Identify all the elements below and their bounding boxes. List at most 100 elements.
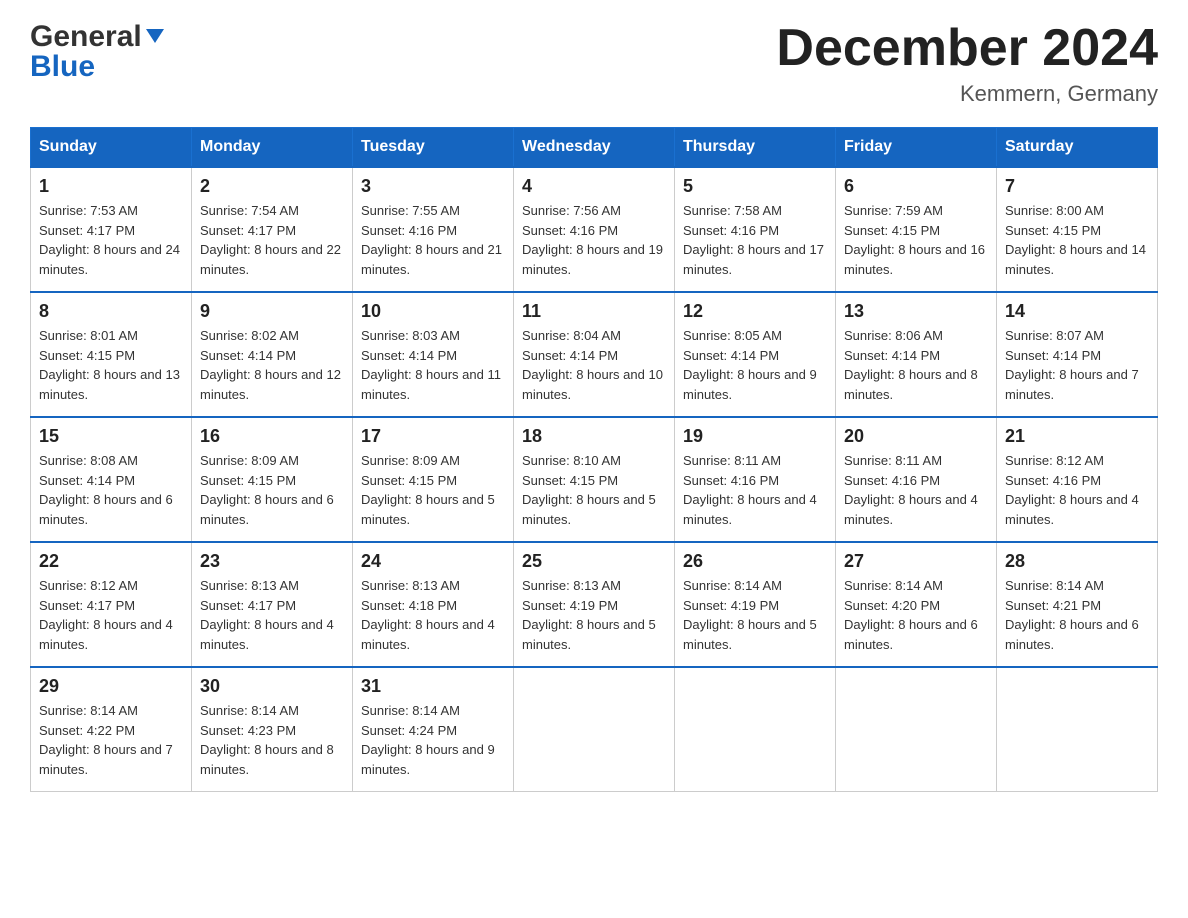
table-row: 6 Sunrise: 7:59 AM Sunset: 4:15 PM Dayli… [836, 167, 997, 292]
table-row: 2 Sunrise: 7:54 AM Sunset: 4:17 PM Dayli… [192, 167, 353, 292]
day-number: 4 [522, 176, 666, 197]
day-number: 21 [1005, 426, 1149, 447]
table-row: 28 Sunrise: 8:14 AM Sunset: 4:21 PM Dayl… [997, 542, 1158, 667]
calendar-week-row: 8 Sunrise: 8:01 AM Sunset: 4:15 PM Dayli… [31, 292, 1158, 417]
day-number: 25 [522, 551, 666, 572]
day-number: 5 [683, 176, 827, 197]
calendar-table: Sunday Monday Tuesday Wednesday Thursday… [30, 127, 1158, 792]
logo-arrow-icon [146, 29, 164, 43]
day-number: 26 [683, 551, 827, 572]
day-info: Sunrise: 8:14 AM Sunset: 4:24 PM Dayligh… [361, 701, 505, 779]
day-info: Sunrise: 8:07 AM Sunset: 4:14 PM Dayligh… [1005, 326, 1149, 404]
table-row: 4 Sunrise: 7:56 AM Sunset: 4:16 PM Dayli… [514, 167, 675, 292]
day-number: 14 [1005, 301, 1149, 322]
day-number: 29 [39, 676, 183, 697]
table-row: 8 Sunrise: 8:01 AM Sunset: 4:15 PM Dayli… [31, 292, 192, 417]
table-row: 27 Sunrise: 8:14 AM Sunset: 4:20 PM Dayl… [836, 542, 997, 667]
day-number: 30 [200, 676, 344, 697]
day-number: 24 [361, 551, 505, 572]
day-info: Sunrise: 8:03 AM Sunset: 4:14 PM Dayligh… [361, 326, 505, 404]
day-info: Sunrise: 8:04 AM Sunset: 4:14 PM Dayligh… [522, 326, 666, 404]
day-info: Sunrise: 7:53 AM Sunset: 4:17 PM Dayligh… [39, 201, 183, 279]
day-number: 19 [683, 426, 827, 447]
page-header: General Blue December 2024 Kemmern, Germ… [30, 20, 1158, 107]
day-info: Sunrise: 8:12 AM Sunset: 4:17 PM Dayligh… [39, 576, 183, 654]
logo-general-text: General [30, 20, 142, 54]
day-info: Sunrise: 8:14 AM Sunset: 4:20 PM Dayligh… [844, 576, 988, 654]
table-row: 31 Sunrise: 8:14 AM Sunset: 4:24 PM Dayl… [353, 667, 514, 792]
day-info: Sunrise: 8:12 AM Sunset: 4:16 PM Dayligh… [1005, 451, 1149, 529]
day-info: Sunrise: 8:13 AM Sunset: 4:17 PM Dayligh… [200, 576, 344, 654]
table-row: 30 Sunrise: 8:14 AM Sunset: 4:23 PM Dayl… [192, 667, 353, 792]
day-info: Sunrise: 7:55 AM Sunset: 4:16 PM Dayligh… [361, 201, 505, 279]
table-row: 1 Sunrise: 7:53 AM Sunset: 4:17 PM Dayli… [31, 167, 192, 292]
logo-blue-text: Blue [30, 50, 95, 84]
day-number: 18 [522, 426, 666, 447]
day-number: 23 [200, 551, 344, 572]
day-info: Sunrise: 8:01 AM Sunset: 4:15 PM Dayligh… [39, 326, 183, 404]
day-number: 22 [39, 551, 183, 572]
day-number: 28 [1005, 551, 1149, 572]
day-info: Sunrise: 8:11 AM Sunset: 4:16 PM Dayligh… [844, 451, 988, 529]
day-info: Sunrise: 8:11 AM Sunset: 4:16 PM Dayligh… [683, 451, 827, 529]
header-tuesday: Tuesday [353, 128, 514, 168]
title-section: December 2024 Kemmern, Germany [776, 20, 1158, 107]
table-row: 19 Sunrise: 8:11 AM Sunset: 4:16 PM Dayl… [675, 417, 836, 542]
table-row: 26 Sunrise: 8:14 AM Sunset: 4:19 PM Dayl… [675, 542, 836, 667]
logo-line1: General [30, 20, 164, 54]
day-info: Sunrise: 8:06 AM Sunset: 4:14 PM Dayligh… [844, 326, 988, 404]
day-info: Sunrise: 7:54 AM Sunset: 4:17 PM Dayligh… [200, 201, 344, 279]
day-number: 16 [200, 426, 344, 447]
table-row: 10 Sunrise: 8:03 AM Sunset: 4:14 PM Dayl… [353, 292, 514, 417]
table-row [836, 667, 997, 792]
location-subtitle: Kemmern, Germany [776, 81, 1158, 107]
table-row [514, 667, 675, 792]
header-monday: Monday [192, 128, 353, 168]
day-number: 11 [522, 301, 666, 322]
table-row: 11 Sunrise: 8:04 AM Sunset: 4:14 PM Dayl… [514, 292, 675, 417]
day-info: Sunrise: 8:13 AM Sunset: 4:19 PM Dayligh… [522, 576, 666, 654]
table-row: 16 Sunrise: 8:09 AM Sunset: 4:15 PM Dayl… [192, 417, 353, 542]
header-friday: Friday [836, 128, 997, 168]
day-info: Sunrise: 8:14 AM Sunset: 4:22 PM Dayligh… [39, 701, 183, 779]
table-row [997, 667, 1158, 792]
day-info: Sunrise: 8:08 AM Sunset: 4:14 PM Dayligh… [39, 451, 183, 529]
day-number: 31 [361, 676, 505, 697]
table-row: 15 Sunrise: 8:08 AM Sunset: 4:14 PM Dayl… [31, 417, 192, 542]
table-row: 5 Sunrise: 7:58 AM Sunset: 4:16 PM Dayli… [675, 167, 836, 292]
day-info: Sunrise: 8:02 AM Sunset: 4:14 PM Dayligh… [200, 326, 344, 404]
day-info: Sunrise: 8:14 AM Sunset: 4:21 PM Dayligh… [1005, 576, 1149, 654]
header-wednesday: Wednesday [514, 128, 675, 168]
table-row: 21 Sunrise: 8:12 AM Sunset: 4:16 PM Dayl… [997, 417, 1158, 542]
table-row: 3 Sunrise: 7:55 AM Sunset: 4:16 PM Dayli… [353, 167, 514, 292]
day-info: Sunrise: 8:14 AM Sunset: 4:19 PM Dayligh… [683, 576, 827, 654]
day-number: 2 [200, 176, 344, 197]
day-info: Sunrise: 7:58 AM Sunset: 4:16 PM Dayligh… [683, 201, 827, 279]
day-number: 17 [361, 426, 505, 447]
day-info: Sunrise: 8:09 AM Sunset: 4:15 PM Dayligh… [200, 451, 344, 529]
header-sunday: Sunday [31, 128, 192, 168]
day-number: 27 [844, 551, 988, 572]
calendar-week-row: 29 Sunrise: 8:14 AM Sunset: 4:22 PM Dayl… [31, 667, 1158, 792]
day-info: Sunrise: 7:59 AM Sunset: 4:15 PM Dayligh… [844, 201, 988, 279]
table-row: 23 Sunrise: 8:13 AM Sunset: 4:17 PM Dayl… [192, 542, 353, 667]
day-number: 8 [39, 301, 183, 322]
day-number: 12 [683, 301, 827, 322]
day-number: 3 [361, 176, 505, 197]
table-row: 24 Sunrise: 8:13 AM Sunset: 4:18 PM Dayl… [353, 542, 514, 667]
day-number: 9 [200, 301, 344, 322]
table-row: 9 Sunrise: 8:02 AM Sunset: 4:14 PM Dayli… [192, 292, 353, 417]
day-number: 20 [844, 426, 988, 447]
table-row: 22 Sunrise: 8:12 AM Sunset: 4:17 PM Dayl… [31, 542, 192, 667]
day-number: 15 [39, 426, 183, 447]
calendar-week-row: 15 Sunrise: 8:08 AM Sunset: 4:14 PM Dayl… [31, 417, 1158, 542]
table-row: 20 Sunrise: 8:11 AM Sunset: 4:16 PM Dayl… [836, 417, 997, 542]
header-saturday: Saturday [997, 128, 1158, 168]
header-thursday: Thursday [675, 128, 836, 168]
day-info: Sunrise: 8:14 AM Sunset: 4:23 PM Dayligh… [200, 701, 344, 779]
day-info: Sunrise: 7:56 AM Sunset: 4:16 PM Dayligh… [522, 201, 666, 279]
day-number: 6 [844, 176, 988, 197]
table-row: 18 Sunrise: 8:10 AM Sunset: 4:15 PM Dayl… [514, 417, 675, 542]
day-number: 13 [844, 301, 988, 322]
day-number: 7 [1005, 176, 1149, 197]
